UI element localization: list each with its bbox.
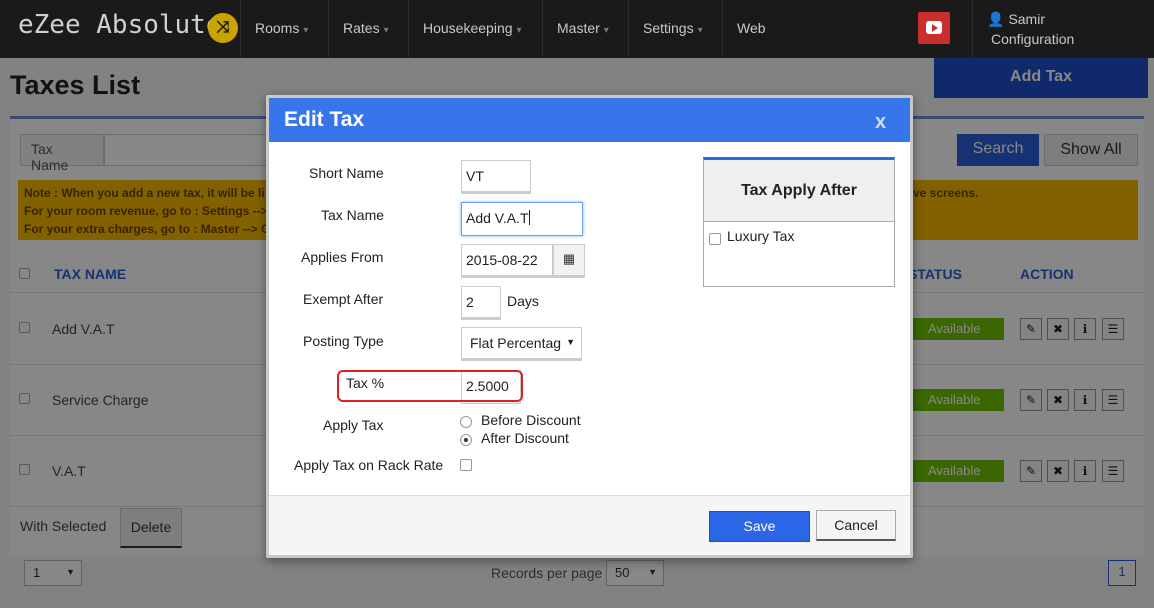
caret-down-icon: ▾ (603, 25, 609, 36)
nav-label: Web (737, 20, 766, 36)
user-subtitle: Configuration (991, 31, 1075, 47)
calendar-icon[interactable]: ▦ (553, 244, 585, 278)
luxury-tax-checkbox[interactable] (709, 233, 721, 245)
save-button[interactable]: Save (709, 511, 810, 542)
posting-type-select[interactable]: Flat Percentag ▼ (461, 327, 582, 361)
apply-rack-rate-label: Apply Tax on Rack Rate (294, 457, 444, 473)
luxury-tax-label: Luxury Tax (727, 228, 795, 244)
tax-name-value: Add V.A.T (466, 210, 529, 226)
posting-type-value: Flat Percentag (470, 335, 562, 351)
before-discount-radio[interactable] (460, 416, 472, 428)
caret-down-icon: ▾ (516, 25, 522, 36)
dialog-footer: Save Cancel (269, 495, 910, 555)
top-navbar: eZee Absolute ⤨ Rooms ▾ Rates ▾ Housekeepi… (0, 0, 1154, 58)
edit-tax-dialog: Edit Tax x Short Name VT Tax Name Add V.… (266, 95, 913, 558)
nav-label: Master (557, 20, 600, 36)
dialog-title: Edit Tax (284, 108, 365, 131)
brand-logo[interactable]: eZee Absolute (18, 10, 222, 40)
tax-name-label: Tax Name (321, 207, 385, 223)
nav-settings[interactable]: Settings ▾ (628, 0, 717, 58)
caret-down-icon: ▾ (303, 25, 309, 36)
short-name-label: Short Name (309, 165, 384, 181)
apply-tax-label: Apply Tax (323, 417, 384, 433)
shuffle-icon[interactable]: ⤨ (208, 13, 238, 43)
youtube-icon[interactable] (918, 12, 950, 44)
posting-type-label: Posting Type (303, 333, 384, 349)
user-name: Samir (1008, 11, 1045, 27)
tax-apply-after-title: Tax Apply After (704, 160, 894, 222)
text-cursor (528, 210, 530, 225)
user-icon: 👤 (987, 11, 1005, 27)
nav-label: Housekeeping (423, 20, 513, 36)
nav-rooms[interactable]: Rooms ▾ (240, 0, 322, 58)
caret-down-icon: ▼ (566, 337, 575, 347)
cancel-button[interactable]: Cancel (816, 510, 896, 541)
applies-from-label: Applies From (301, 249, 384, 265)
after-discount-radio[interactable] (460, 434, 472, 446)
days-label: Days (507, 293, 539, 309)
short-name-input[interactable]: VT (461, 160, 531, 194)
before-discount-label: Before Discount (481, 412, 581, 428)
nav-rates[interactable]: Rates ▾ (328, 0, 403, 58)
after-discount-label: After Discount (481, 430, 569, 446)
nav-web[interactable]: Web (722, 0, 780, 58)
user-menu[interactable]: 👤 Samir Configuration (972, 0, 1154, 58)
nav-label: Settings (643, 20, 694, 36)
applies-from-input[interactable]: 2015-08-22 (461, 244, 553, 278)
tax-apply-after-panel: Tax Apply After Luxury Tax (703, 157, 895, 287)
apply-rack-rate-checkbox[interactable] (460, 459, 472, 471)
nav-label: Rooms (255, 20, 300, 36)
exempt-after-input[interactable]: 2 (461, 286, 501, 320)
close-icon[interactable]: x (875, 111, 886, 134)
nav-label: Rates (343, 20, 380, 36)
nav-housekeeping[interactable]: Housekeeping ▾ (408, 0, 536, 58)
tax-percent-highlight (337, 370, 523, 402)
dialog-header: Edit Tax x (269, 98, 910, 142)
exempt-after-label: Exempt After (303, 291, 384, 307)
caret-down-icon: ▾ (697, 25, 703, 36)
tax-name-input[interactable]: Add V.A.T (461, 202, 583, 236)
caret-down-icon: ▾ (383, 25, 389, 36)
nav-master[interactable]: Master ▾ (542, 0, 623, 58)
